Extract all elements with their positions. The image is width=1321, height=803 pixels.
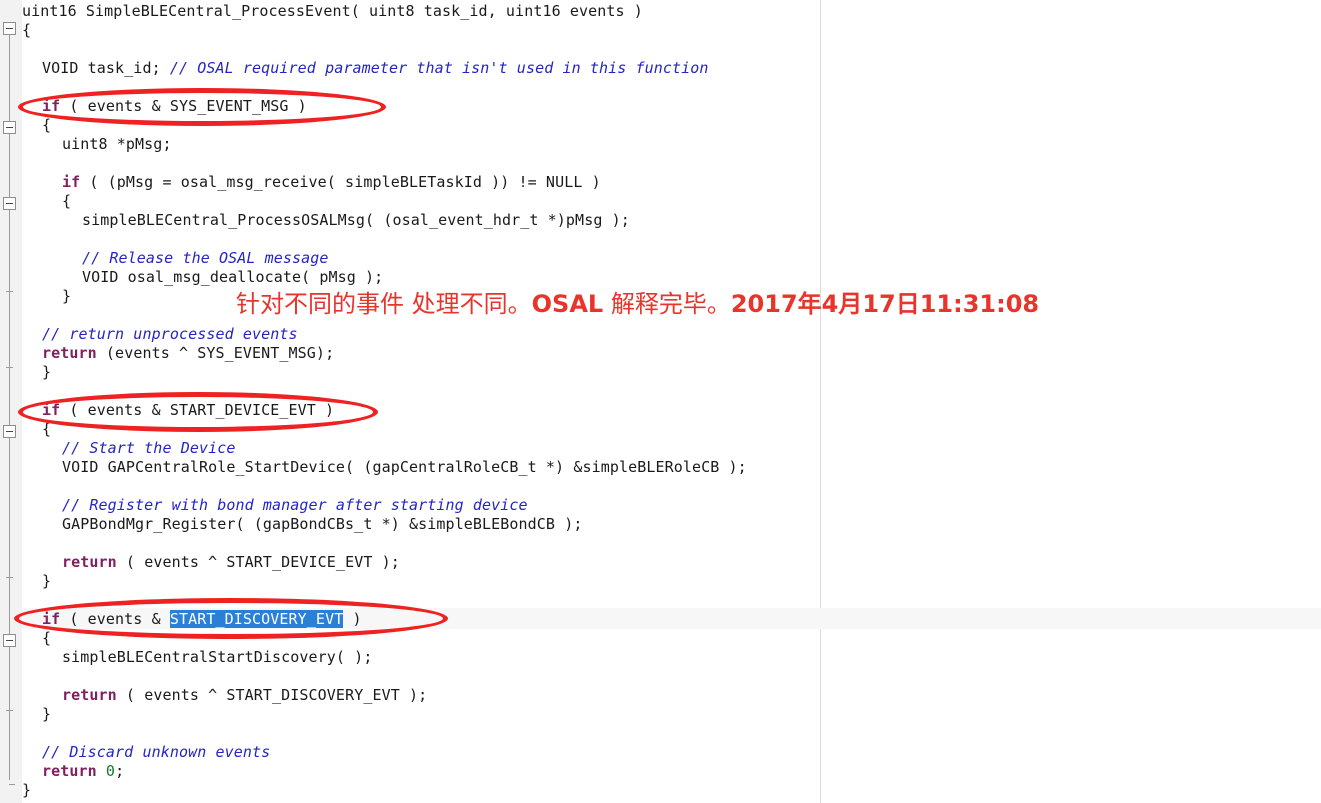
fold-tick	[6, 291, 13, 292]
annotation-note: 针对不同的事件 处理不同。OSAL 解释完毕。2017年4月17日11:31:0…	[236, 290, 1039, 318]
column-guide-line	[820, 0, 821, 803]
code-token: VOID task_id;	[42, 59, 170, 77]
code-line: uint16 SimpleBLECentral_ProcessEvent( ui…	[22, 2, 643, 20]
code-line: {	[62, 192, 72, 210]
comment-line: // return unprocessed events	[42, 325, 298, 343]
code-line: }	[42, 363, 52, 381]
fold-tick	[6, 577, 13, 578]
code-token: ( events &	[60, 610, 170, 628]
fold-guide-line	[9, 34, 10, 780]
code-line: if ( (pMsg = osal_msg_receive( simpleBLE…	[62, 173, 601, 192]
code-line: simpleBLECentral_ProcessOSALMsg( (osal_e…	[82, 211, 630, 229]
fold-toggle-function[interactable]	[3, 22, 16, 35]
fold-toggle-sys-event-block[interactable]	[3, 121, 16, 134]
comment-line: // Start the Device	[62, 439, 236, 457]
keyword-return: return	[62, 553, 117, 571]
code-line: {	[42, 116, 52, 134]
text-selection[interactable]: START_DISCOVERY_EVT	[169, 610, 344, 628]
code-line-start-discovery-evt: if ( events & START_DISCOVERY_EVT )	[42, 610, 362, 629]
code-line: VOID GAPCentralRole_StartDevice( (gapCen…	[62, 458, 747, 476]
annotation-note-text-1: 针对不同的事件 处理不同。	[236, 290, 532, 318]
code-line: }	[22, 781, 32, 799]
code-line: }	[62, 287, 72, 305]
fold-tick	[6, 710, 13, 711]
code-line-start-device-evt: if ( events & START_DEVICE_EVT )	[42, 401, 334, 420]
code-text-area[interactable]: uint16 SimpleBLECentral_ProcessEvent( ui…	[22, 0, 1321, 803]
fold-toggle-start-device-block[interactable]	[3, 425, 16, 438]
code-line: VOID osal_msg_deallocate( pMsg );	[82, 268, 384, 286]
code-line: VOID task_id; // OSAL required parameter…	[42, 59, 709, 78]
comment-line: // Release the OSAL message	[82, 249, 329, 267]
fold-toggle-start-discovery-block[interactable]	[3, 634, 16, 647]
code-token: ;	[115, 762, 125, 780]
fold-margin[interactable]	[0, 0, 23, 803]
keyword-return: return	[42, 344, 97, 362]
code-line: return (events ^ SYS_EVENT_MSG);	[42, 344, 334, 363]
fold-tick	[6, 367, 13, 368]
keyword-if: if	[42, 401, 61, 419]
keyword-if: if	[62, 173, 81, 191]
code-line: }	[42, 705, 52, 723]
code-line: return ( events ^ START_DEVICE_EVT );	[62, 553, 400, 572]
code-token: ( events & START_DEVICE_EVT )	[60, 401, 335, 419]
keyword-if: if	[42, 610, 61, 628]
annotation-note-text-2: 解释完毕。	[603, 290, 731, 318]
keyword-return: return	[42, 762, 97, 780]
annotation-note-timestamp: 2017年4月17日11:31:08	[730, 290, 1040, 318]
code-line: {	[42, 420, 52, 438]
keyword-return: return	[62, 686, 117, 704]
code-line: {	[22, 21, 32, 39]
comment-line: // Register with bond manager after star…	[62, 496, 528, 514]
code-token: (events ^ SYS_EVENT_MSG);	[96, 344, 335, 362]
code-line: simpleBLECentralStartDiscovery( );	[62, 648, 373, 666]
code-token: ( events ^ START_DEVICE_EVT );	[116, 553, 400, 571]
code-line: GAPBondMgr_Register( (gapBondCBs_t *) &s…	[62, 515, 583, 533]
annotation-note-osal: OSAL	[531, 290, 604, 318]
code-line: return ( events ^ START_DISCOVERY_EVT );	[62, 686, 427, 705]
fold-toggle-msg-block[interactable]	[3, 197, 16, 210]
keyword-if: if	[42, 97, 61, 115]
code-token: ( events & SYS_EVENT_MSG )	[60, 97, 307, 115]
code-token: ( events ^ START_DISCOVERY_EVT );	[116, 686, 428, 704]
code-editor-screen: uint16 SimpleBLECentral_ProcessEvent( ui…	[0, 0, 1321, 803]
comment-token: // OSAL required parameter that isn't us…	[169, 59, 709, 77]
code-token: )	[343, 610, 362, 628]
code-line-sys-event-msg: if ( events & SYS_EVENT_MSG )	[42, 97, 307, 116]
code-line: }	[42, 572, 52, 590]
code-line: return 0;	[42, 762, 124, 781]
code-line: uint8 *pMsg;	[62, 135, 172, 153]
number-token: 0	[96, 762, 116, 780]
comment-line: // Discard unknown events	[42, 743, 271, 761]
code-token: ( (pMsg = osal_msg_receive( simpleBLETas…	[80, 173, 601, 191]
code-line: {	[42, 629, 52, 647]
fold-end-marker	[9, 784, 15, 785]
